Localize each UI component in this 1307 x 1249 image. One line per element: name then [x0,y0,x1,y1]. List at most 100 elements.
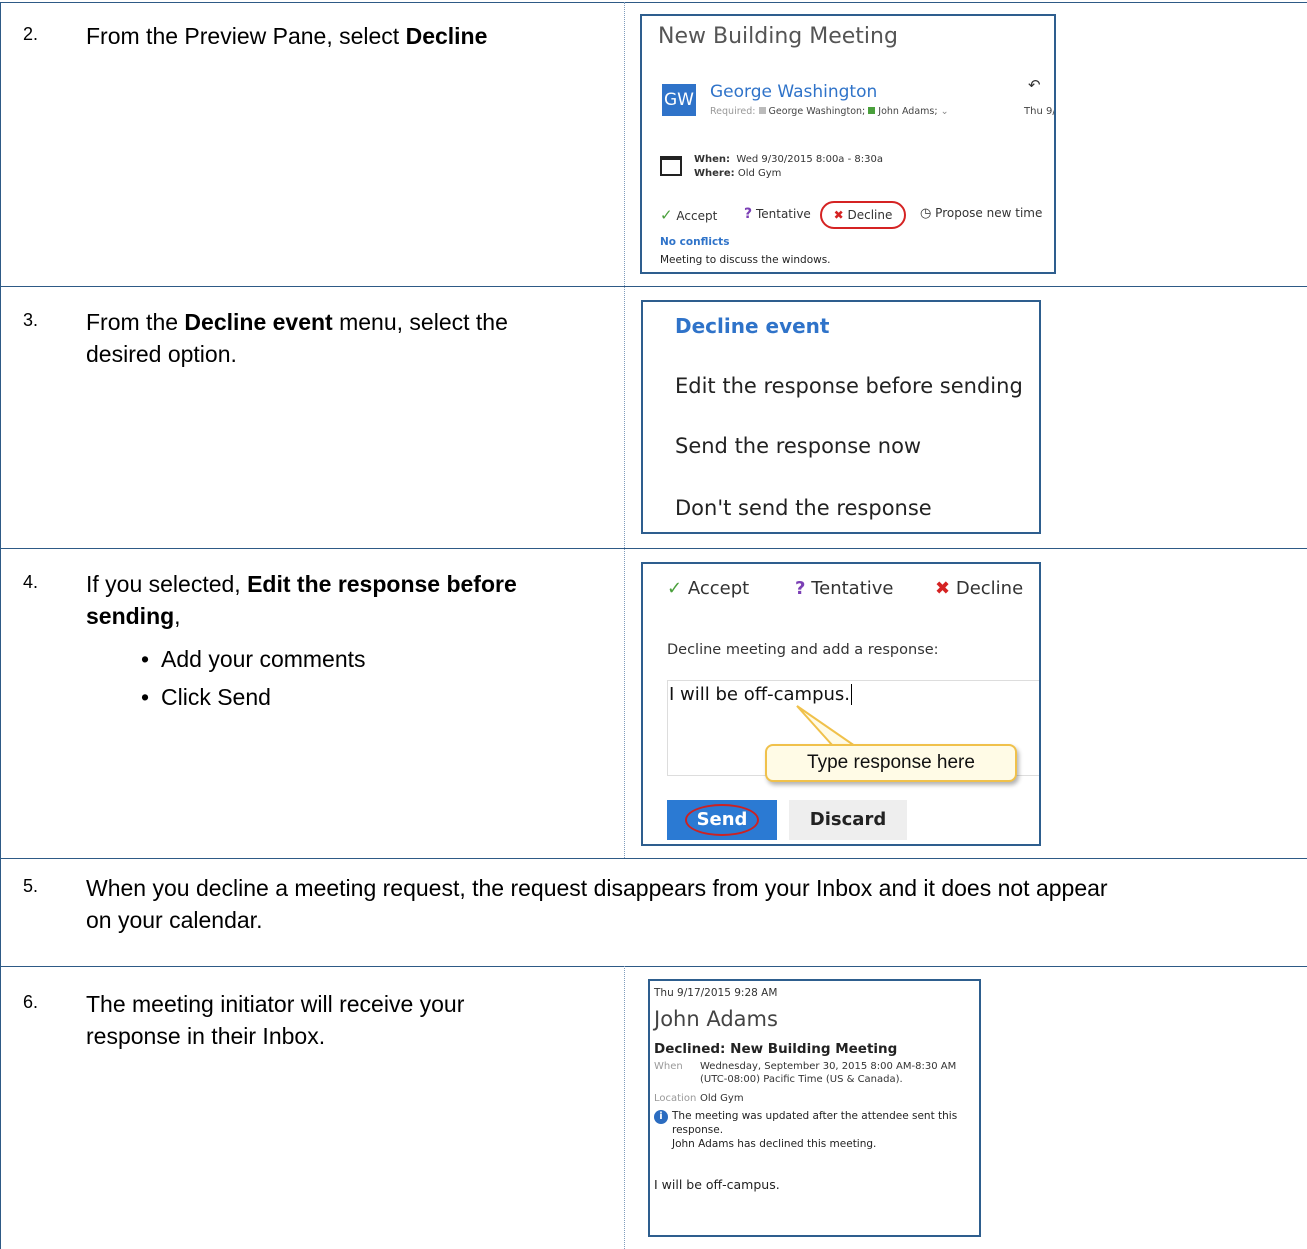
response-form-screenshot: ✓ Accept ? Tentative ✖ Decline Decline m… [641,562,1041,846]
question-icon: ? [795,578,806,599]
response-prompt: Decline meeting and add a response: [667,642,939,658]
bullet-item: Add your comments [141,640,366,678]
when-value: Wed 9/30/2015 8:00a - 8:30a [736,154,883,165]
send-button[interactable]: Send [667,800,777,840]
table-left-border [0,2,1,1249]
tentative-label: Tentative [755,207,811,221]
when-label: When: [694,154,731,165]
response-text: I will be off-campus. [669,684,853,705]
x-icon: ✖ [935,578,951,599]
row-rule-3 [0,548,1307,549]
when-value-line2: (UTC-08:00) Pacific Time (US & Canada). [700,1074,903,1085]
where-value: Old Gym [737,168,782,179]
instruction-bold: Decline [405,23,488,49]
decline-button[interactable]: ✖ Decline [935,578,1023,599]
location-label: Location [654,1093,697,1104]
tentative-button[interactable]: ? Tentative [795,578,893,599]
required-name-2: John Adams; [878,106,938,117]
accept-button[interactable]: ✓ Accept [667,578,749,599]
message-body: I will be off-campus. [654,1177,780,1192]
step-bullets: Add your comments Click Send [141,640,366,716]
step-number: 5. [23,876,39,896]
accept-label: Accept [676,209,718,223]
instruction-text: response in their Inbox. [86,1023,326,1049]
instruction-bold: Decline event [184,309,333,335]
instruction-text: on your calendar. [86,907,263,933]
propose-label: Propose new time [935,206,1043,220]
date-short: Thu 9/ [1024,106,1056,117]
where-line: Where: Old Gym [694,168,781,179]
preview-pane-screenshot: New Building Meeting GW George Washingto… [640,14,1056,274]
instruction-text: From the Preview Pane, select [86,23,406,49]
step-instruction: When you decline a meeting request, the … [86,872,1108,936]
when-label: When [654,1061,683,1072]
calendar-icon [660,156,682,176]
instruction-text: If you selected, [86,571,248,597]
checkmark-icon: ✓ [660,206,673,224]
step-number: 3. [23,310,39,330]
discard-button[interactable]: Discard [789,800,907,840]
column-divider-2 [624,966,625,1249]
info-line2: response. [672,1124,724,1136]
info-line1: The meeting was updated after the attend… [672,1110,958,1122]
status-square-green [868,107,876,114]
checkmark-icon: ✓ [667,578,683,599]
step-instruction: If you selected, Edit the response befor… [86,568,517,632]
location-value: Old Gym [700,1093,744,1104]
instruction-text: From the [86,309,185,335]
decline-label: Decline [847,208,893,222]
when-value-line1: Wednesday, September 30, 2015 8:00 AM-8:… [700,1061,957,1072]
info-line3: John Adams has declined this meeting. [672,1138,877,1150]
required-attendees: Required: George Washington; John Adams;… [710,106,949,117]
instruction-text: When you decline a meeting request, the … [86,875,1108,901]
accept-button[interactable]: ✓ Accept [660,206,717,224]
step-instruction: From the Decline event menu, select the … [86,306,508,370]
instruction-bold: sending [86,603,175,629]
message-timestamp: Thu 9/17/2015 9:28 AM [654,987,778,999]
instruction-text: menu, select the [332,309,508,335]
meeting-body: Meeting to discuss the windows. [660,254,831,266]
instruction-text: The meeting initiator will receive your [86,991,465,1017]
row-rule-top [0,2,1307,3]
conflicts-link[interactable]: No conflicts [660,236,729,248]
step-number: 2. [23,24,39,44]
decline-button[interactable]: ✖ Decline [820,201,906,229]
decline-event-header: Decline event [675,314,830,338]
decline-event-menu-screenshot: Decline event Edit the response before s… [641,300,1041,534]
clock-icon: ◷ [920,206,932,221]
organizer-name[interactable]: George Washington [710,82,877,102]
question-icon: ? [744,206,753,222]
meeting-title: New Building Meeting [658,24,898,49]
sender-name: John Adams [654,1007,778,1031]
step-instruction: From the Preview Pane, select Decline [86,20,487,52]
menu-item-edit-response[interactable]: Edit the response before sending [675,374,1023,398]
tentative-button[interactable]: ? Tentative [744,206,811,222]
send-label: Send [684,804,760,836]
tentative-label: Tentative [811,578,894,599]
row-rule-2 [0,286,1307,287]
discard-label: Discard [809,809,887,830]
step-number: 4. [23,572,39,592]
menu-item-send-now[interactable]: Send the response now [675,434,921,458]
x-icon: ✖ [833,208,844,222]
menu-item-dont-send[interactable]: Don't send the response [675,496,932,520]
propose-new-time-button[interactable]: ◷ Propose new time [920,206,1042,221]
where-label: Where: [694,168,735,179]
instruction-text: desired option. [86,341,237,367]
message-subject: Declined: New Building Meeting [654,1041,898,1057]
avatar: GW [662,84,696,116]
step-number: 6. [23,992,39,1012]
required-label: Required: [710,106,756,117]
row-rule-5 [0,966,1307,967]
accept-label: Accept [687,578,750,599]
row-rule-4 [0,858,1307,859]
declined-message-screenshot: Thu 9/17/2015 9:28 AM John Adams Decline… [648,979,981,1237]
decline-label: Decline [955,578,1024,599]
info-icon: i [654,1110,668,1124]
required-name-1: George Washington; [768,106,866,117]
reply-icon[interactable]: ↶ [1028,76,1041,94]
when-line: When: Wed 9/30/2015 8:00a - 8:30a [694,154,883,165]
column-divider-1 [624,2,625,858]
chevron-down-icon[interactable]: ⌄ [941,106,949,117]
step-instruction: The meeting initiator will receive your … [86,988,464,1052]
